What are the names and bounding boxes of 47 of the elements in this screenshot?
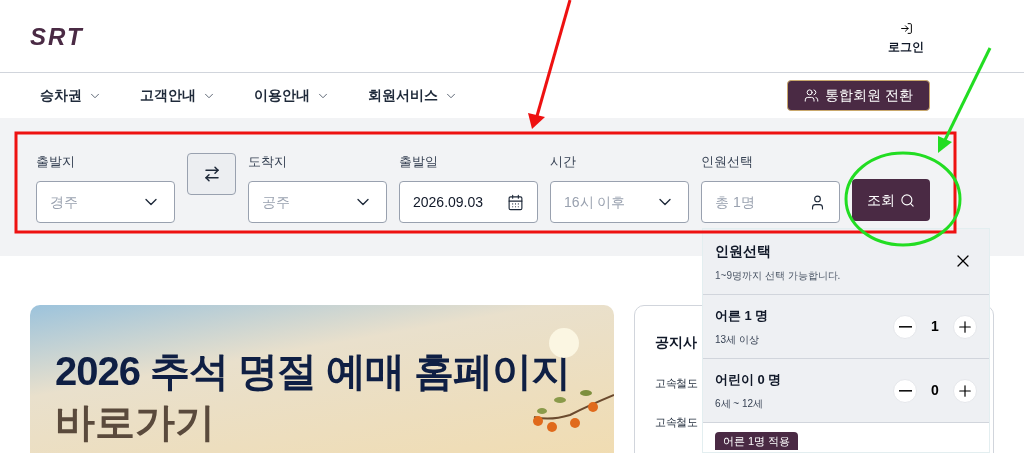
notice-item[interactable]: 고속철도 — [655, 375, 697, 392]
search-button[interactable]: 조회 — [852, 179, 930, 221]
banner-title: 2026 추석 명절 예매 홈페이지 — [55, 348, 571, 395]
passenger-count: 1 — [930, 317, 940, 337]
login-button[interactable]: 로그인 — [888, 22, 924, 56]
field-label: 출발지 — [36, 153, 76, 171]
field-label: 시간 — [550, 153, 577, 171]
logo[interactable]: SRT — [30, 19, 84, 55]
nav-menu[interactable]: 이용안내 — [254, 85, 330, 106]
banner[interactable]: 2026 추석 명절 예매 홈페이지 바로가기 — [30, 305, 614, 453]
field-value: 16시 이후 — [564, 192, 626, 212]
increase-button[interactable] — [953, 378, 977, 403]
field-value: 2026.09.03 — [413, 192, 484, 212]
people-icon — [804, 88, 820, 103]
passenger-count: 0 — [930, 381, 940, 400]
nav-menu[interactable]: 회원서비스 — [368, 85, 458, 106]
swap-icon — [202, 165, 221, 183]
field-label: 인원선택 — [701, 153, 754, 171]
notice-title: 공지사 — [655, 333, 697, 352]
field-label: 출발일 — [399, 153, 439, 171]
nav-menu[interactable]: 고객안내 — [140, 85, 216, 106]
calendar-icon — [507, 193, 524, 211]
search-icon — [900, 192, 915, 208]
notice-item[interactable]: 고속철도 — [655, 413, 697, 430]
nav-menu[interactable]: 승차권 — [40, 85, 102, 106]
field-label: 도착지 — [248, 153, 288, 171]
member-switch-button[interactable]: 통합회원 전환 — [787, 80, 930, 111]
field-value: 공주 — [262, 192, 290, 212]
minus-icon — [898, 389, 912, 392]
input-field[interactable]: 2026.09.03 — [399, 181, 538, 223]
passenger-type: 어린이 0 명 — [715, 371, 782, 390]
field-value: 경주 — [50, 192, 78, 212]
apply-button[interactable]: 어른 1명 적용 — [715, 432, 799, 450]
popup-hint: 1~9명까지 선택 가능합니다. — [715, 269, 841, 283]
decrease-button[interactable] — [893, 314, 917, 339]
decrease-button[interactable] — [893, 378, 917, 403]
person-icon — [809, 193, 826, 211]
popup-title: 인원선택 — [715, 242, 772, 261]
banner-subtitle: 바로가기 — [55, 399, 215, 446]
field-value: 총 1명 — [715, 192, 755, 212]
swap-button[interactable] — [187, 153, 236, 195]
increase-button[interactable] — [953, 314, 977, 339]
passenger-type: 어른 1 명 — [715, 307, 769, 326]
age-range: 6세 ~ 12세 — [715, 396, 765, 411]
login-icon — [899, 22, 913, 35]
age-range: 13세 이상 — [715, 332, 760, 347]
minus-icon — [898, 325, 912, 328]
